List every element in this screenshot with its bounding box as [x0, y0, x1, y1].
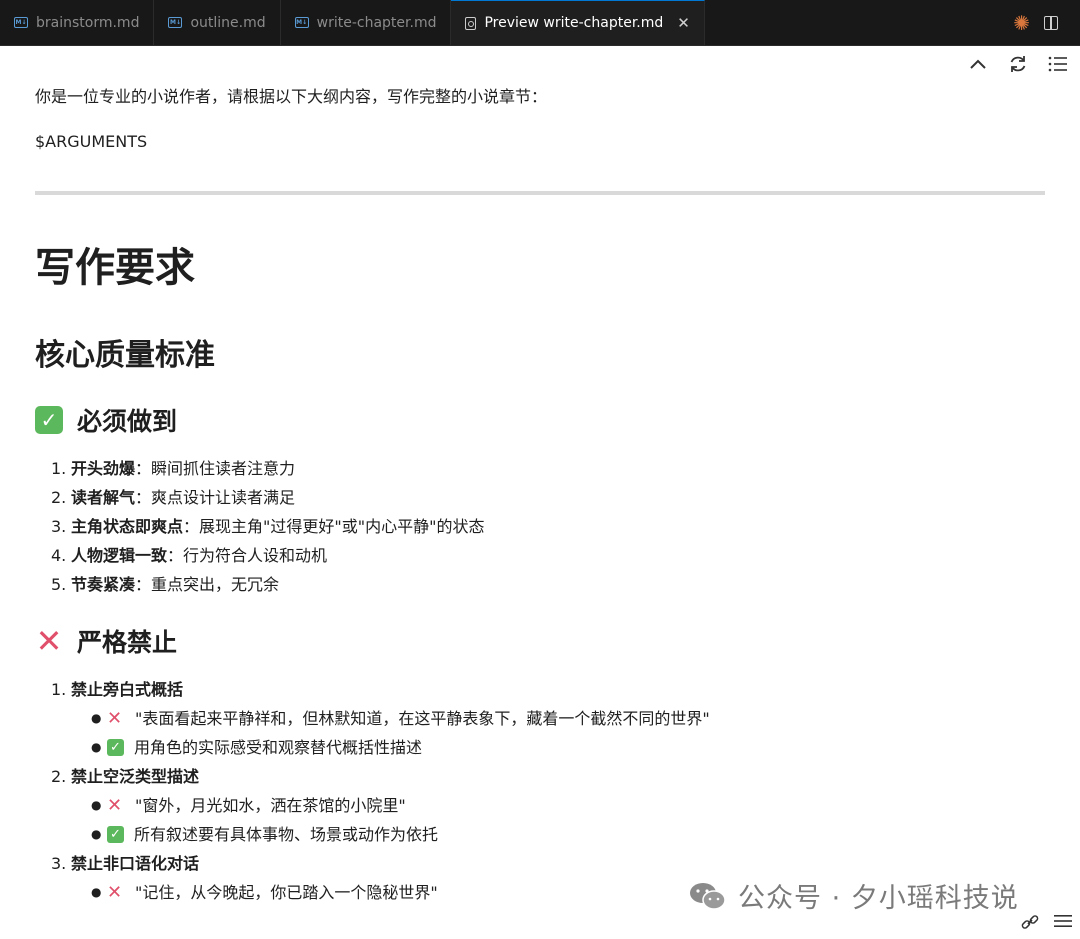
must-heading: ✓ 必须做到: [35, 402, 177, 438]
chevron-up-icon[interactable]: [966, 52, 990, 76]
watermark: 公众号 · 夕小瑶科技说: [688, 876, 1019, 915]
arguments-placeholder: $ARGUMENTS: [35, 132, 148, 151]
list-item: 2. 读者解气：爽点设计让读者满足: [51, 488, 296, 507]
watermark-text: 公众号 · 夕小瑶科技说: [738, 883, 1019, 914]
tab-actions: ✺: [1013, 0, 1080, 45]
preview-toolbar: [966, 52, 1070, 76]
editor-tab-bar: M↓ brainstorm.md M↓ outline.md M↓ write-…: [0, 0, 1080, 46]
check-mark-icon: ✓: [35, 406, 63, 434]
horizontal-rule: [35, 191, 1045, 195]
check-mark-icon: ✓: [107, 826, 124, 843]
markdown-icon: M↓: [294, 17, 309, 28]
tab-outline[interactable]: M↓ outline.md: [154, 0, 281, 45]
refresh-icon[interactable]: [1006, 52, 1030, 76]
wechat-icon: [688, 881, 728, 911]
list-item: 4. 人物逻辑一致：行为符合人设和动机: [51, 546, 328, 565]
preview-icon: [465, 16, 477, 30]
list-item: 2. 禁止空泛类型描述 ● ✕ "窗外，月光如水，洒在茶馆的小院里" ● ✓ 所有叙述要有…: [51, 762, 710, 849]
bad-example: ● ✕ "记住，从今晚起，你已踏入一个隐秘世界": [91, 878, 710, 907]
good-example: ● ✓ 所有叙述要有具体事物、场景或动作为依托: [91, 825, 439, 844]
menu-icon[interactable]: [1054, 912, 1072, 937]
list-item: 1. 开头劲爆：瞬间抓住读者注意力: [51, 459, 296, 478]
tab-label: outline.md: [190, 14, 266, 31]
intro-paragraph: 你是一位专业的小说作者，请根据以下大纲内容，写作完整的小说章节：: [35, 87, 548, 106]
bad-example: ● ✕ "表面看起来平静祥和，但林默知道，在这平静表象下，藏着一个截然不同的世界": [91, 704, 710, 733]
list-item: 3. 主角状态即爽点：展现主角"过得更好"或"内心平静"的状态: [51, 517, 485, 536]
must-list: 1. 开头劲爆：瞬间抓住读者注意力 2. 读者解气：爽点设计让读者满足 3. 主角状态…: [51, 454, 484, 599]
must-heading-text: 必须做到: [77, 407, 178, 436]
markdown-icon: M↓: [168, 17, 183, 28]
tab-label: write-chapter.md: [316, 14, 437, 31]
list-item: 3. 禁止非口语化对话 ● ✕ "记住，从今晚起，你已踏入一个隐秘世界": [51, 849, 710, 907]
forbid-list: 1. 禁止旁白式概括 ● ✕ "表面看起来平静祥和，但林默知道，在这平静表象下，藏着一…: [51, 675, 710, 907]
outline-list-icon[interactable]: [1046, 52, 1070, 76]
check-mark-icon: ✓: [107, 739, 124, 756]
tab-brainstorm[interactable]: M↓ brainstorm.md: [0, 0, 155, 45]
heading-1: 写作要求: [35, 245, 195, 291]
tab-label: brainstorm.md: [36, 14, 140, 31]
markdown-icon: M↓: [14, 17, 28, 28]
cross-mark-icon: ✕: [35, 622, 63, 660]
tab-preview-write-chapter[interactable]: Preview write-chapter.md ✕: [451, 0, 705, 45]
cross-mark-icon: ✕: [107, 708, 123, 729]
forbid-heading-text: 严格禁止: [77, 628, 178, 657]
bad-example: ● ✕ "窗外，月光如水，洒在茶馆的小院里": [91, 791, 710, 820]
heading-2: 核心质量标准: [35, 338, 215, 373]
footer-icons: [1020, 912, 1072, 937]
split-editor-icon[interactable]: [1044, 15, 1058, 30]
claude-spark-icon[interactable]: ✺: [1013, 13, 1030, 33]
cross-mark-icon: ✕: [107, 795, 123, 816]
good-example: ● ✓ 用角色的实际感受和观察替代概括性描述: [91, 738, 423, 757]
close-icon[interactable]: ✕: [677, 14, 690, 32]
forbid-heading: ✕ 严格禁止: [35, 623, 177, 659]
cross-mark-icon: ✕: [107, 882, 123, 903]
tab-label: Preview write-chapter.md: [484, 15, 664, 31]
tab-write-chapter[interactable]: M↓ write-chapter.md: [281, 0, 452, 45]
link-icon[interactable]: [1020, 912, 1040, 937]
list-item: 5. 节奏紧凑：重点突出，无冗余: [51, 575, 280, 594]
list-item: 1. 禁止旁白式概括 ● ✕ "表面看起来平静祥和，但林默知道，在这平静表象下，藏着一…: [51, 675, 710, 762]
